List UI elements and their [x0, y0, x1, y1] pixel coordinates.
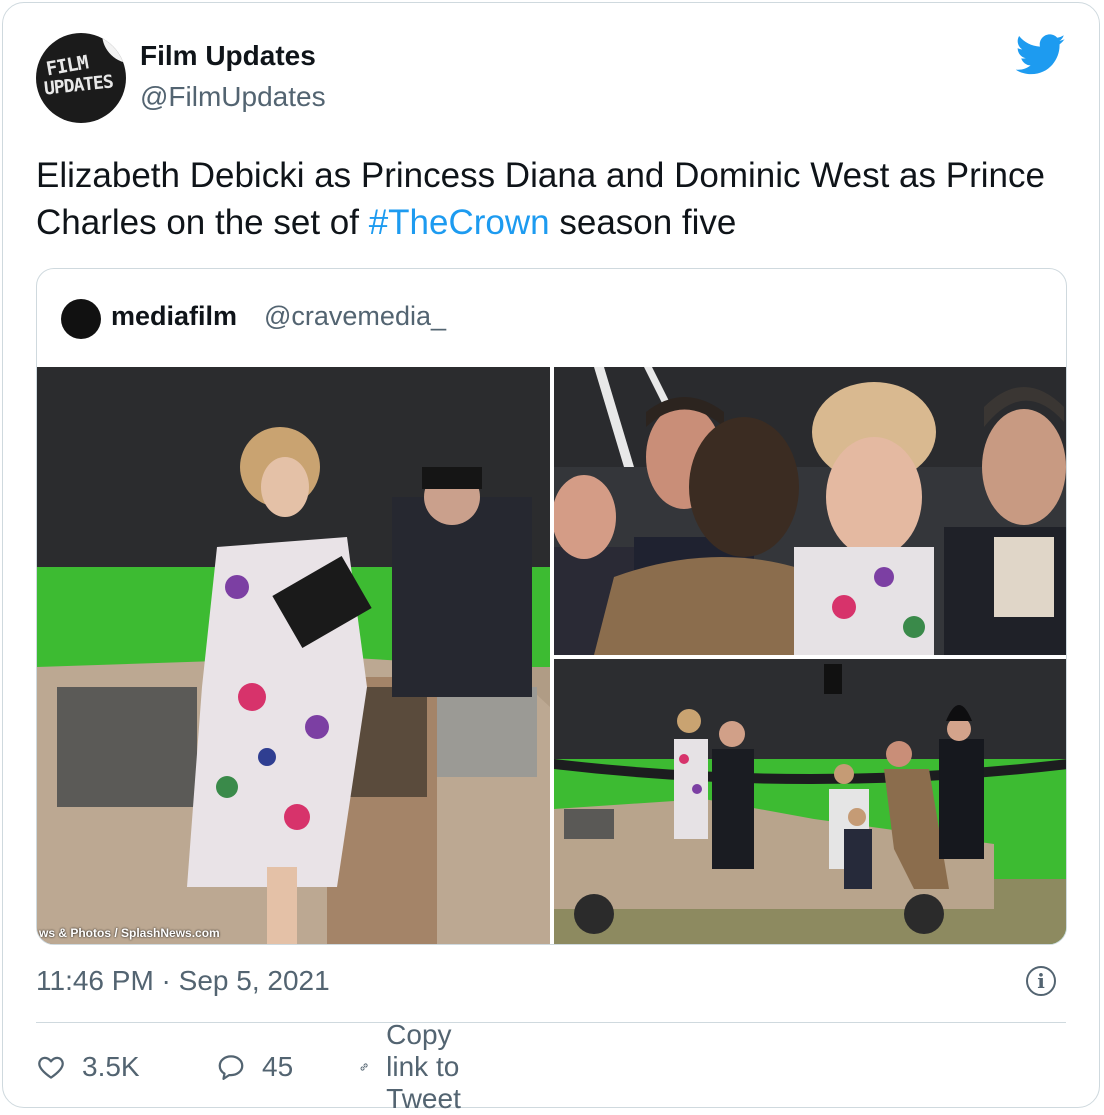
photo-diana-car[interactable]: ws & Photos / SplashNews.com [37, 367, 550, 944]
photo-credit: ws & Photos / SplashNews.com [39, 926, 220, 940]
info-icon[interactable]: i [1026, 966, 1056, 996]
twitter-bird-icon[interactable] [1016, 34, 1066, 76]
author-handle[interactable]: @FilmUpdates [140, 81, 326, 113]
author-avatar[interactable]: FILM UPDATES [36, 33, 126, 123]
reply-button[interactable]: 45 [216, 1044, 293, 1090]
divider [36, 1022, 1066, 1023]
quoted-author-handle[interactable]: @cravemedia_ [264, 301, 446, 332]
quoted-tweet[interactable]: mediafilm @cravemedia_ ws & Photos / Spl… [36, 268, 1067, 945]
tweet-text-end: season five [549, 203, 737, 242]
photo-wide-shot-art [554, 659, 1066, 944]
photo-diana-car-art [37, 367, 550, 944]
photo-wide-shot[interactable] [554, 659, 1066, 944]
reply-icon [218, 1055, 244, 1080]
quoted-author-avatar[interactable] [61, 299, 101, 339]
tweet-timestamp[interactable]: 11:46 PM · Sep 5, 2021 [36, 965, 330, 997]
tweet-text: Elizabeth Debicki as Princess Diana and … [36, 152, 1066, 246]
hashtag-link[interactable]: #TheCrown [369, 203, 550, 242]
photo-greeting-closeup[interactable] [554, 367, 1066, 655]
link-icon [360, 1063, 368, 1071]
avatar-page-curl [97, 33, 126, 64]
copy-link-label: Copy link to Tweet [386, 1019, 461, 1114]
photo-greeting-closeup-art [554, 367, 1066, 655]
copy-link-button[interactable]: Copy link to Tweet [358, 1019, 479, 1114]
like-button[interactable]: 3.5K [36, 1044, 140, 1090]
like-count: 3.5K [82, 1051, 140, 1082]
quoted-author-name[interactable]: mediafilm [111, 301, 237, 332]
author-name[interactable]: Film Updates [140, 40, 316, 72]
reply-count: 45 [262, 1051, 294, 1082]
heart-icon [38, 1056, 64, 1079]
